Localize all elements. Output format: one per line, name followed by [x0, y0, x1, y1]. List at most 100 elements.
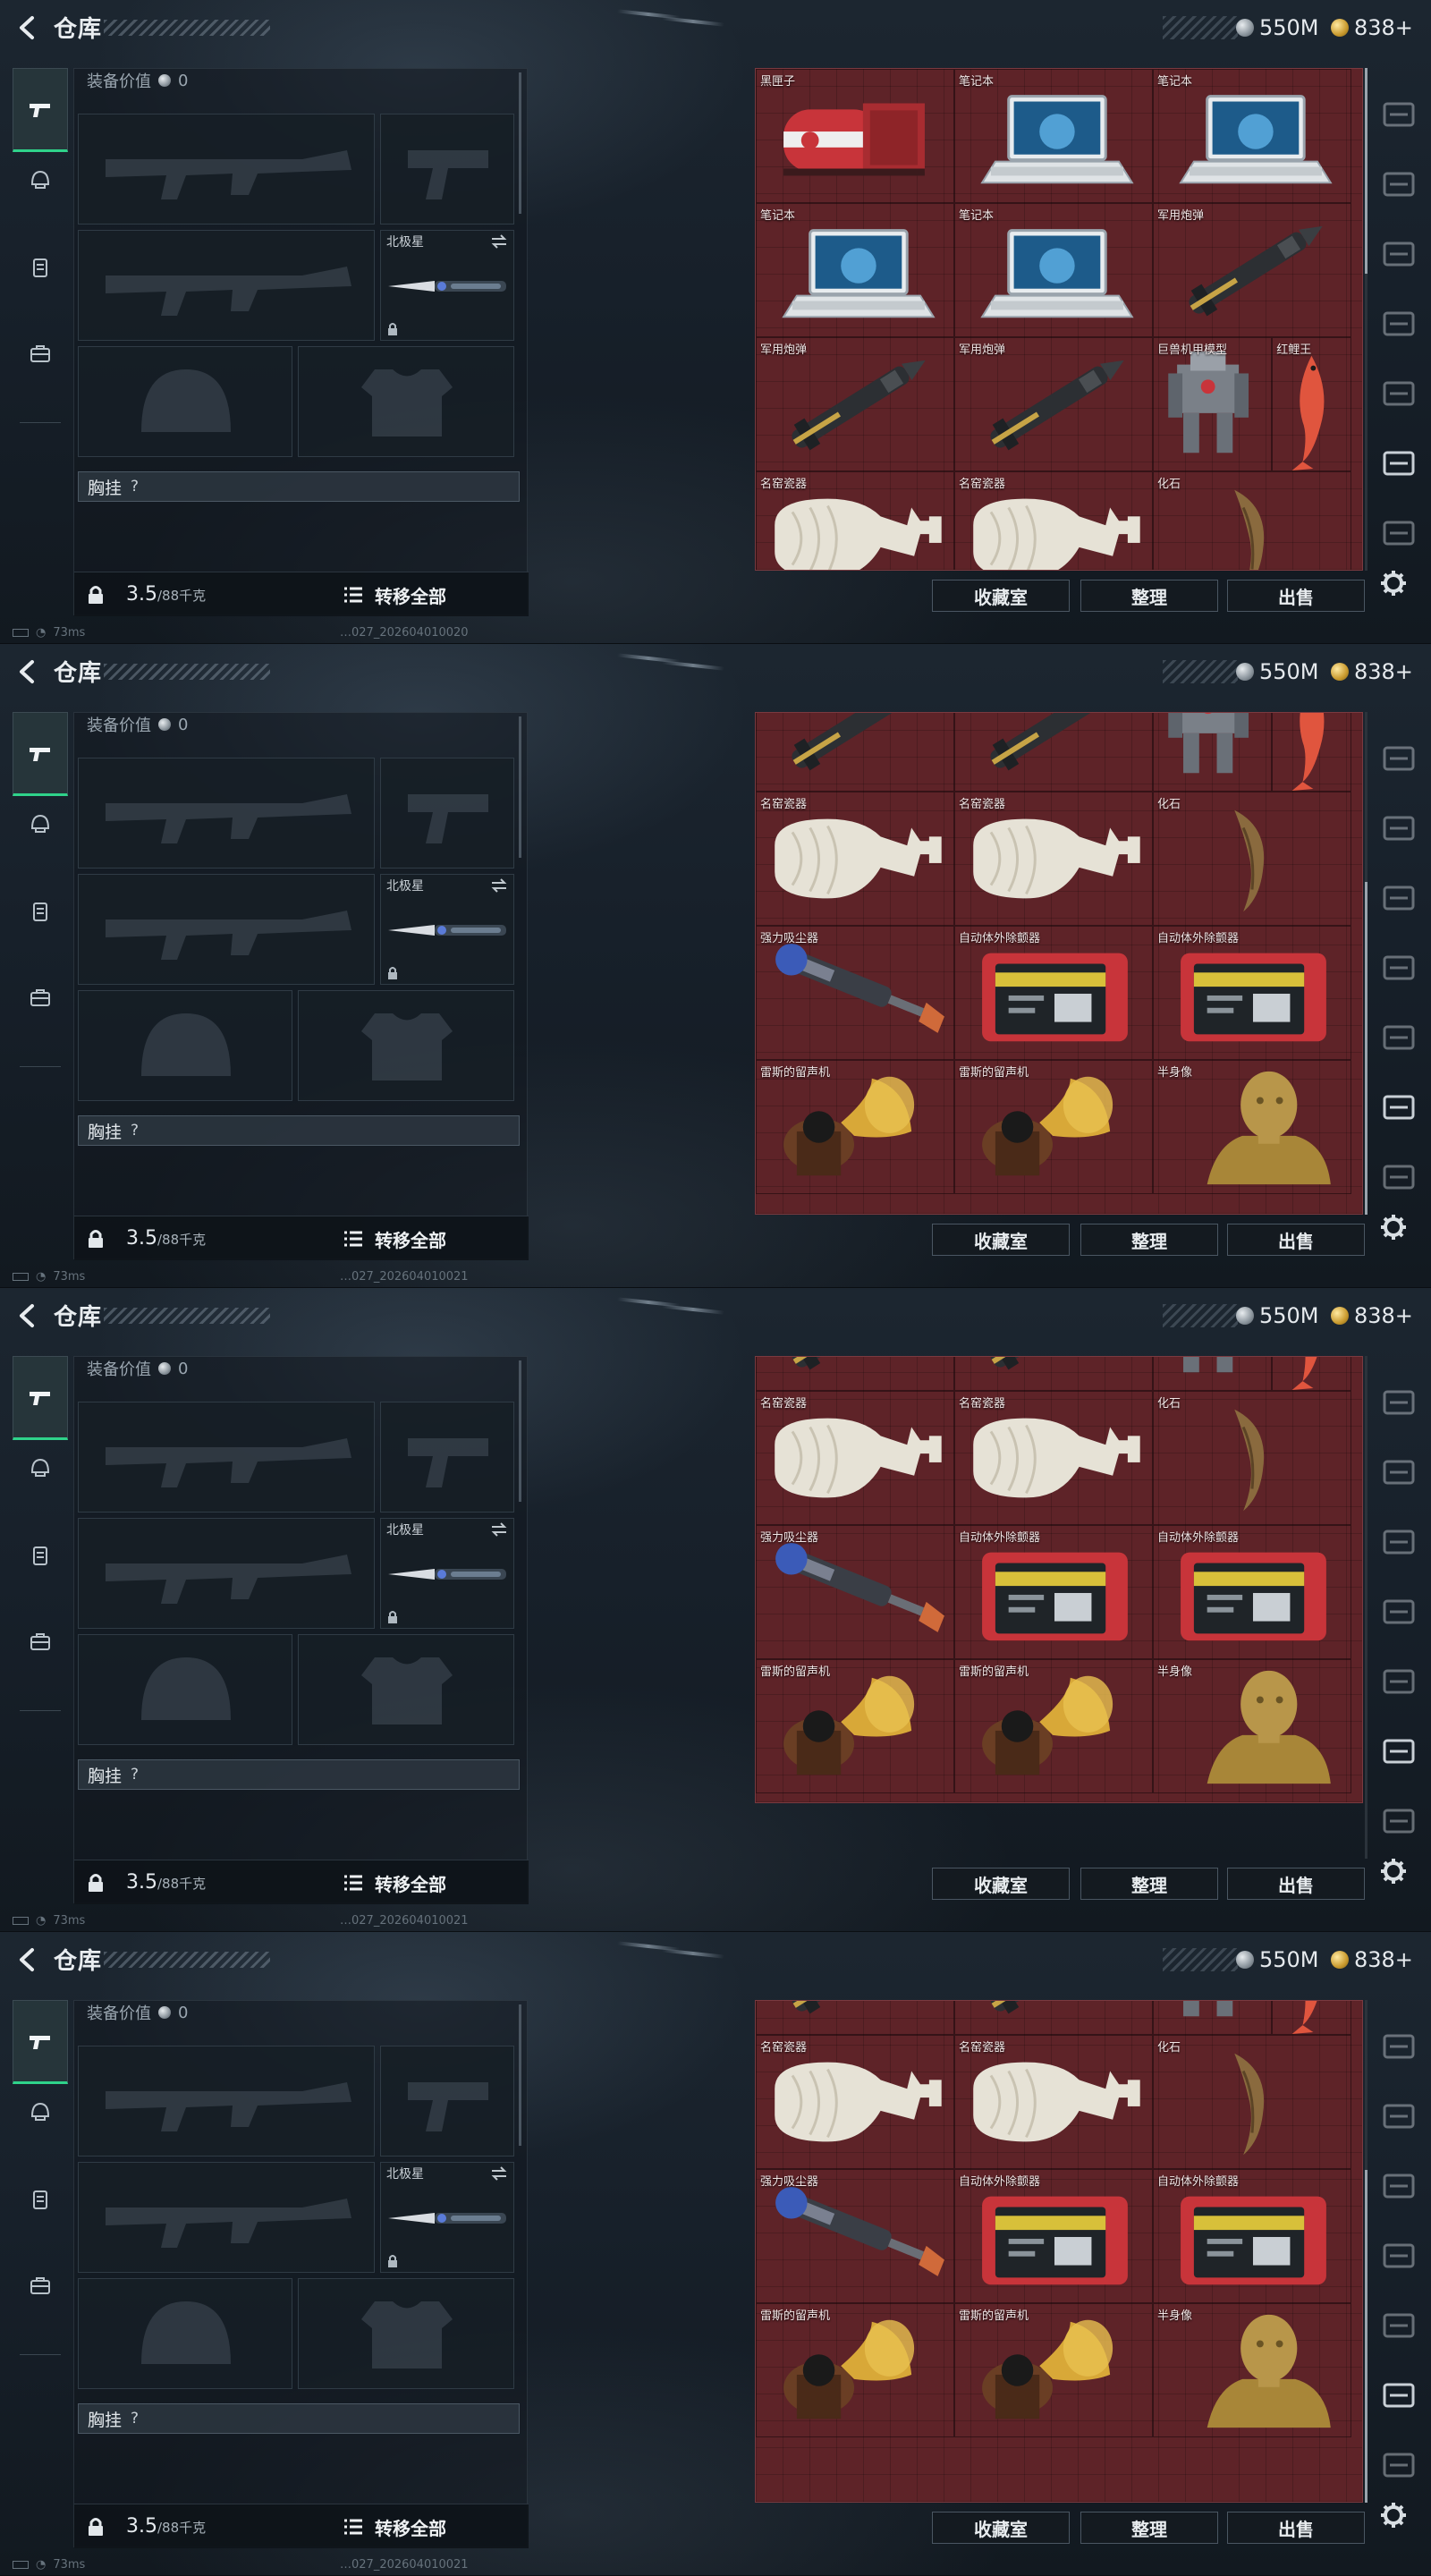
- storage-tab-3[interactable]: [1379, 1522, 1418, 1562]
- inventory-item-gramophone[interactable]: 雷斯的留声机: [954, 1060, 1153, 1194]
- silver-currency[interactable]: 550M: [1236, 1302, 1319, 1329]
- inventory-item-vase[interactable]: 名窑瓷器: [756, 1391, 954, 1525]
- lock-icon[interactable]: [85, 1872, 106, 1894]
- storage-tab-4[interactable]: [1379, 948, 1418, 987]
- storage-tab-4[interactable]: [1379, 304, 1418, 343]
- inventory-item-shell[interactable]: 军用炮弹: [1153, 203, 1351, 337]
- inventory-scroll-thumb[interactable]: [1365, 882, 1367, 1215]
- inventory-item-bust[interactable]: 半身像: [1153, 1659, 1351, 1793]
- storage-tab-1[interactable]: [1379, 1383, 1418, 1422]
- tab-weapons[interactable]: [13, 712, 68, 796]
- tab-helmet[interactable]: [13, 801, 68, 846]
- chest-rig-slot[interactable]: 胸挂 ?: [78, 1759, 520, 1790]
- inventory-item-laptop[interactable]: 笔记本: [954, 203, 1153, 337]
- inventory-item-mech[interactable]: [1153, 1357, 1273, 1391]
- inventory-item-aed[interactable]: 自动体外除颤器: [1153, 2169, 1351, 2303]
- inventory-item-aed[interactable]: 自动体外除颤器: [954, 1525, 1153, 1659]
- inventory-item-aed[interactable]: 自动体外除颤器: [954, 2169, 1153, 2303]
- inventory-item-vase[interactable]: 名窑瓷器: [954, 792, 1153, 926]
- inventory-item-fossil[interactable]: 化石: [1153, 792, 1351, 926]
- inventory-item-mech[interactable]: 巨兽机甲模型: [1153, 337, 1273, 471]
- chest-rig-slot[interactable]: 胸挂 ?: [78, 1115, 520, 1146]
- inventory-item-vacuum[interactable]: 强力吸尘器: [756, 926, 954, 1060]
- inventory-item-shell[interactable]: [756, 713, 954, 792]
- armor-slot[interactable]: [298, 1634, 514, 1745]
- primary-weapon-slot[interactable]: [78, 114, 375, 225]
- sell-button[interactable]: 出售: [1227, 1224, 1365, 1256]
- gear-icon[interactable]: [1379, 569, 1408, 597]
- inventory-item-laptop[interactable]: 笔记本: [756, 203, 954, 337]
- storage-tab-7[interactable]: [1379, 1801, 1418, 1841]
- tab-weapons[interactable]: [13, 68, 68, 152]
- inventory-item-shell[interactable]: [954, 1357, 1153, 1391]
- secondary-weapon-slot[interactable]: [78, 1518, 375, 1629]
- transfer-all-button[interactable]: 转移全部: [375, 2512, 509, 2542]
- back-button[interactable]: [13, 13, 43, 43]
- inventory-item-black-box[interactable]: 黑匣子: [756, 69, 954, 203]
- primary-weapon-slot[interactable]: [78, 1402, 375, 1513]
- tab-backpack[interactable]: [13, 2263, 68, 2308]
- inventory-scrollbar[interactable]: [1365, 1356, 1367, 1859]
- storage-tab-3[interactable]: [1379, 878, 1418, 918]
- collection-room-button[interactable]: 收藏室: [932, 580, 1070, 612]
- silver-currency[interactable]: 550M: [1236, 14, 1319, 41]
- transfer-all-button[interactable]: 转移全部: [375, 1224, 509, 1254]
- sell-button[interactable]: 出售: [1227, 2512, 1365, 2544]
- storage-tab-2[interactable]: [1379, 1453, 1418, 1492]
- inventory-item-fossil[interactable]: 化石: [1153, 471, 1351, 570]
- storage-tab-6[interactable]: [1379, 444, 1418, 483]
- tab-backpack[interactable]: [13, 975, 68, 1020]
- back-button[interactable]: [13, 657, 43, 687]
- inventory-item-gramophone[interactable]: 雷斯的留声机: [756, 1060, 954, 1194]
- melee-slot[interactable]: 北极星: [380, 874, 514, 985]
- equipment-scrollbar[interactable]: [519, 2004, 521, 2146]
- tab-helmet[interactable]: [13, 1445, 68, 1490]
- tab-helmet[interactable]: [13, 157, 68, 202]
- armor-slot[interactable]: [298, 346, 514, 457]
- storage-tab-6[interactable]: [1379, 1732, 1418, 1771]
- inventory-item-shell[interactable]: 军用炮弹: [954, 337, 1153, 471]
- inventory-item-vacuum[interactable]: 强力吸尘器: [756, 2169, 954, 2303]
- sell-button[interactable]: 出售: [1227, 580, 1365, 612]
- inventory-item-mech[interactable]: [1153, 713, 1273, 792]
- transfer-all-button[interactable]: 转移全部: [375, 580, 509, 610]
- gear-icon[interactable]: [1379, 2501, 1408, 2529]
- inventory-item-shell[interactable]: 军用炮弹: [756, 337, 954, 471]
- inventory-item-aed[interactable]: 自动体外除颤器: [1153, 926, 1351, 1060]
- silver-currency[interactable]: 550M: [1236, 1946, 1319, 1973]
- tab-vest[interactable]: [13, 889, 68, 934]
- storage-tab-5[interactable]: [1379, 374, 1418, 413]
- inventory-item-vase[interactable]: 名窑瓷器: [756, 2035, 954, 2169]
- storage-tab-1[interactable]: [1379, 2027, 1418, 2066]
- storage-tab-3[interactable]: [1379, 234, 1418, 274]
- storage-tab-6[interactable]: [1379, 1088, 1418, 1127]
- sort-button[interactable]: 整理: [1080, 2512, 1218, 2544]
- silver-currency[interactable]: 550M: [1236, 658, 1319, 685]
- inventory-grid[interactable]: 名窑瓷器 名窑瓷器 化石 强力吸尘器 自动体外除颤器 自动体外除颤器 雷斯的留声机 雷斯的留声…: [755, 1356, 1363, 1803]
- tab-weapons[interactable]: [13, 1356, 68, 1440]
- inventory-item-vase[interactable]: 名窑瓷器: [756, 792, 954, 926]
- pistol-slot[interactable]: [380, 2046, 514, 2157]
- inventory-item-fossil[interactable]: 化石: [1153, 2035, 1351, 2169]
- gear-icon[interactable]: [1379, 1213, 1408, 1241]
- melee-slot[interactable]: 北极星: [380, 2162, 514, 2273]
- collection-room-button[interactable]: 收藏室: [932, 2512, 1070, 2544]
- secondary-weapon-slot[interactable]: [78, 230, 375, 341]
- inventory-item-koi[interactable]: 红鲤王: [1272, 337, 1351, 471]
- storage-tab-7[interactable]: [1379, 2445, 1418, 2485]
- tab-backpack[interactable]: [13, 1619, 68, 1664]
- inventory-item-shell[interactable]: [954, 2001, 1153, 2035]
- helmet-slot[interactable]: [78, 990, 292, 1101]
- lock-icon[interactable]: [85, 2516, 106, 2538]
- inventory-item-mech[interactable]: [1153, 2001, 1273, 2035]
- tab-vest[interactable]: [13, 245, 68, 290]
- sort-button[interactable]: 整理: [1080, 580, 1218, 612]
- collection-room-button[interactable]: 收藏室: [932, 1224, 1070, 1256]
- melee-slot[interactable]: 北极星: [380, 230, 514, 341]
- tab-helmet[interactable]: [13, 2089, 68, 2134]
- tab-vest[interactable]: [13, 2177, 68, 2222]
- storage-tab-1[interactable]: [1379, 95, 1418, 134]
- armor-slot[interactable]: [298, 990, 514, 1101]
- inventory-item-laptop[interactable]: 笔记本: [954, 69, 1153, 203]
- secondary-weapon-slot[interactable]: [78, 874, 375, 985]
